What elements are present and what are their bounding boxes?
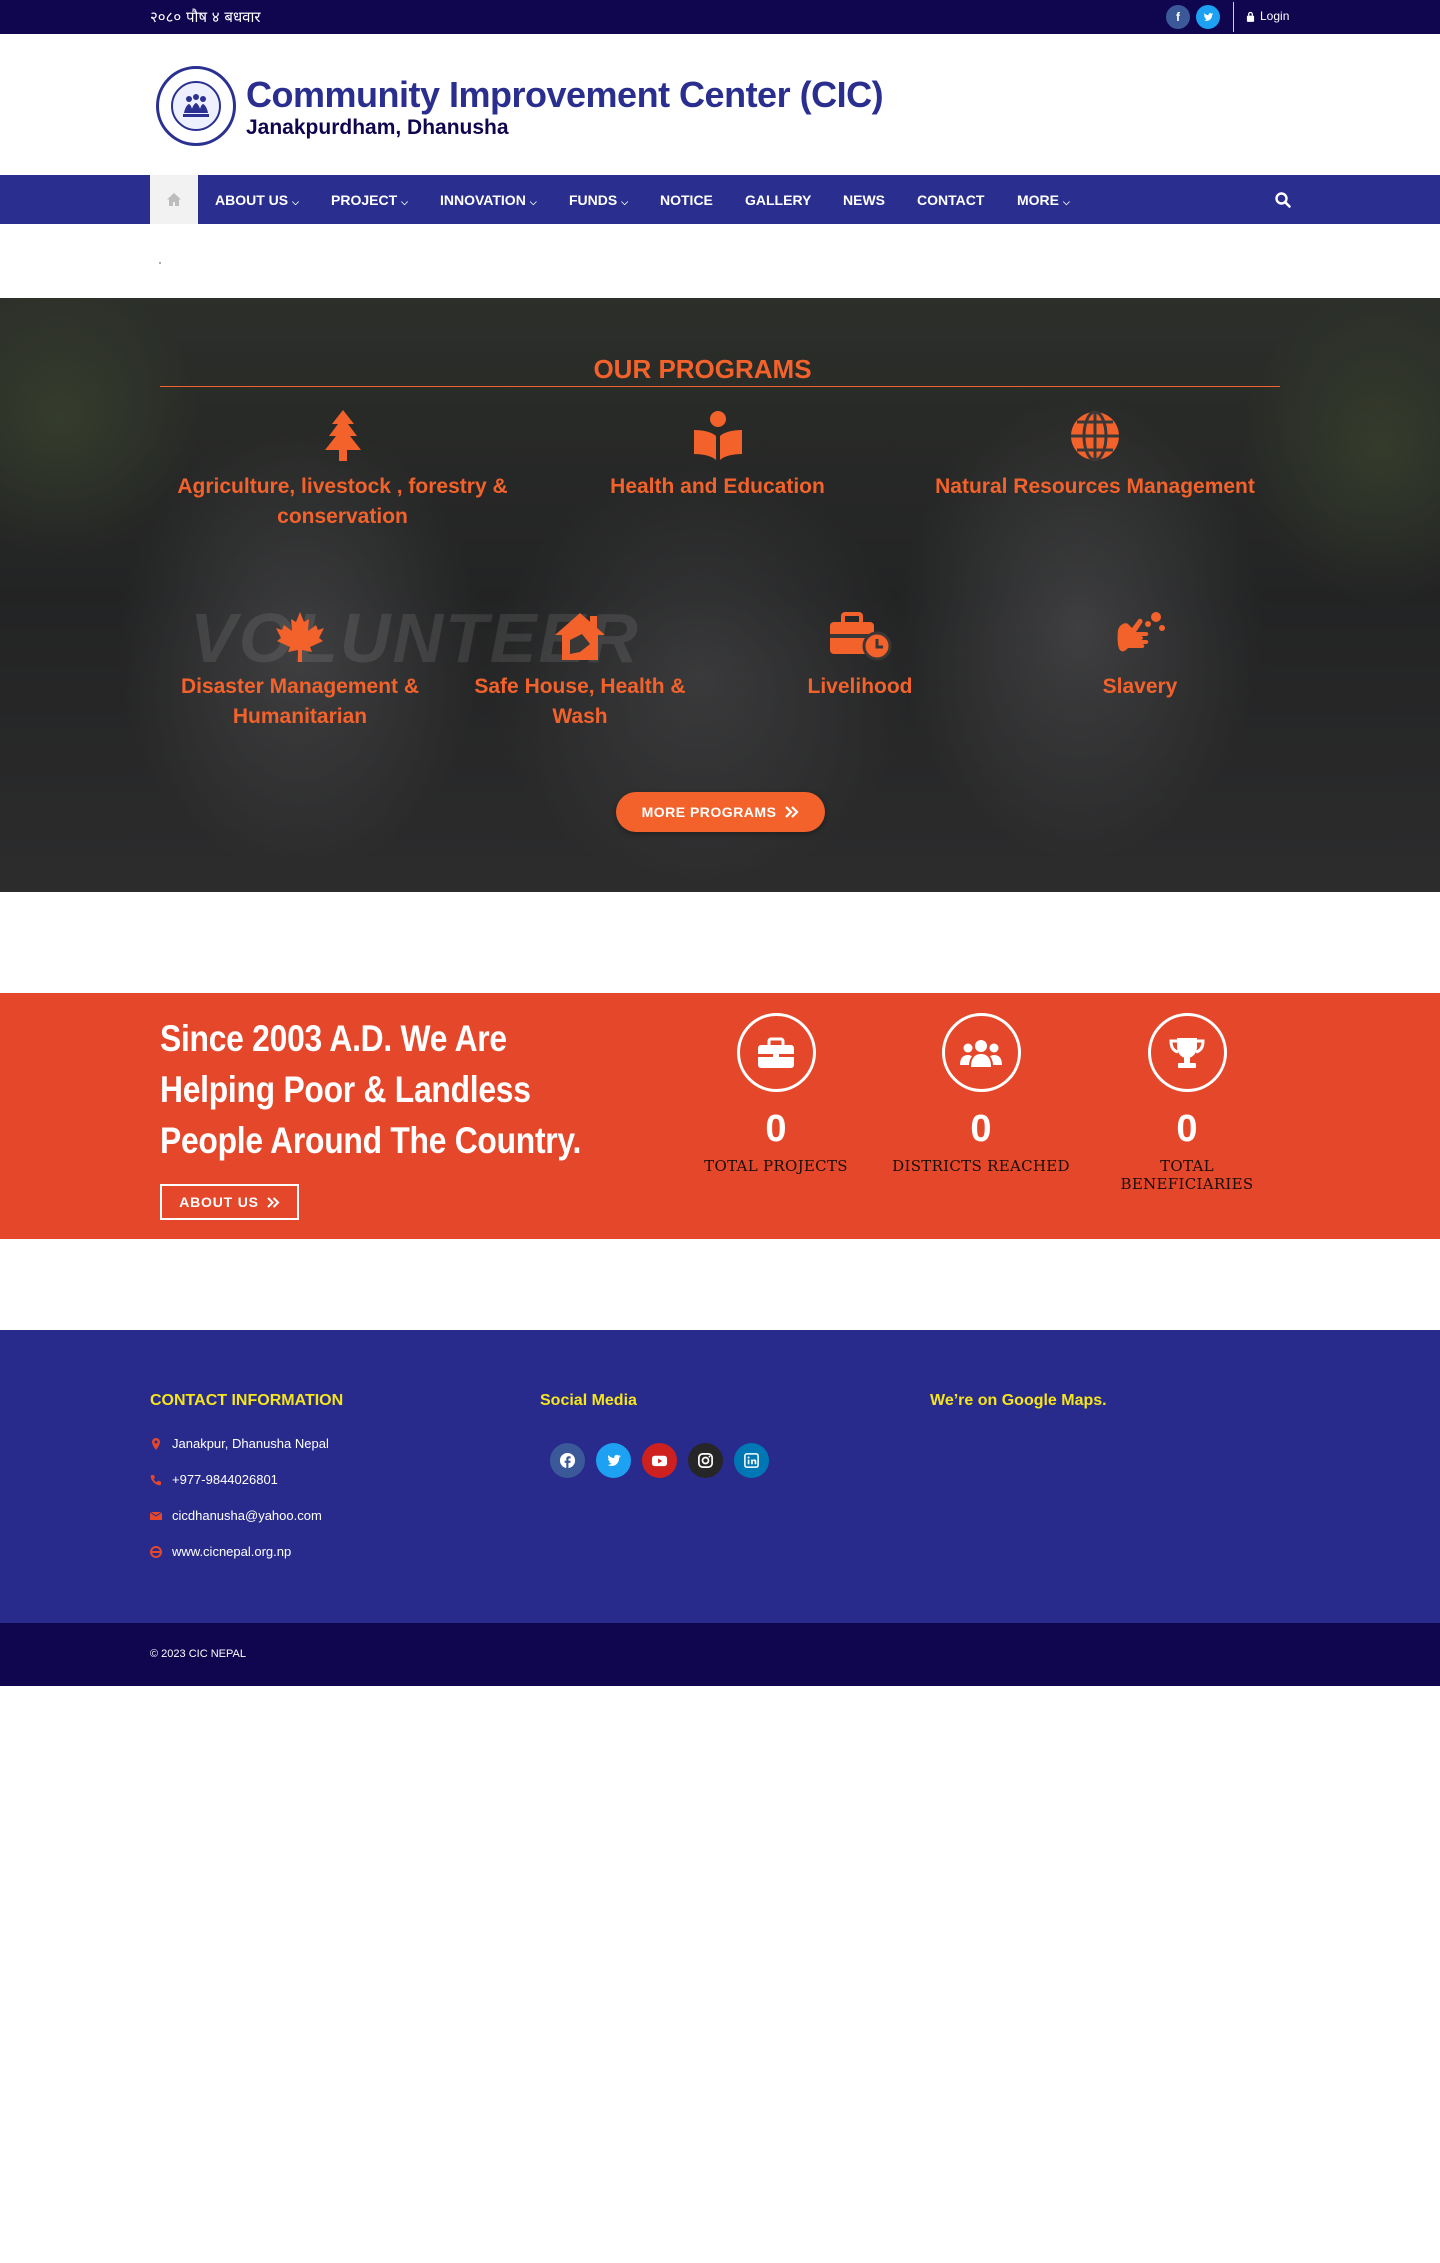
twitter-icon[interactable]: [1196, 5, 1220, 29]
chevron-down-icon: ⌵: [292, 197, 299, 207]
home-icon: [167, 193, 181, 206]
login-label: Login: [1260, 9, 1290, 23]
globe-icon: [1071, 410, 1119, 462]
contact-address: Janakpur, Dhanusha Nepal: [150, 1436, 329, 1451]
phone-icon: [150, 1474, 161, 1485]
stat-districts-reached: 0 DISTRICTS REACHED: [886, 1013, 1076, 1175]
nav-more[interactable]: MORE ⌵: [1017, 192, 1070, 208]
nepali-date: २०८० पौष ४ बधवार: [150, 8, 261, 26]
stat-value: 0: [765, 1108, 787, 1150]
hands-wash-icon: [1117, 612, 1165, 652]
youtube-icon[interactable]: [642, 1443, 677, 1478]
contact-website[interactable]: www.cicnepal.org.np: [150, 1544, 291, 1559]
program-slavery[interactable]: Slavery: [1025, 610, 1255, 702]
facebook-icon[interactable]: [550, 1443, 585, 1478]
chevron-down-icon: ⌵: [401, 197, 408, 207]
chevron-down-icon: ⌵: [1063, 197, 1070, 207]
web-browser-icon: [150, 1545, 162, 1558]
nav-notice[interactable]: NOTICE: [660, 192, 713, 208]
about-us-button[interactable]: ABOUT US: [160, 1184, 299, 1220]
contact-phone[interactable]: +977-9844026801: [150, 1472, 278, 1487]
stat-total-beneficiaries: 0 TOTAL BENEFICIARIES: [1092, 1013, 1282, 1193]
house-icon: [555, 613, 605, 660]
nav-news[interactable]: NEWS: [843, 192, 885, 208]
stat-label: DISTRICTS REACHED: [892, 1157, 1070, 1175]
stat-total-projects: 0 TOTAL PROJECTS: [681, 1013, 871, 1175]
org-location: Janakpurdham, Dhanusha: [246, 116, 509, 139]
contact-email[interactable]: cicdhanusha@yahoo.com: [150, 1508, 322, 1523]
trophy-icon: [1169, 1037, 1205, 1068]
briefcase-icon: [758, 1037, 794, 1068]
stat-value: 0: [1176, 1108, 1198, 1150]
chevron-down-icon: ⌵: [529, 197, 537, 207]
program-livelihood[interactable]: Livelihood: [745, 610, 975, 702]
double-chevron-right-icon: [267, 1196, 280, 1208]
nav-innovation[interactable]: INNOVATION ⌵: [440, 192, 537, 208]
nav-project[interactable]: PROJECT ⌵: [331, 192, 408, 208]
nav-funds[interactable]: FUNDS ⌵: [569, 192, 628, 208]
search-icon: [1275, 192, 1291, 208]
top-bar: २०८० पौष ४ बधवार f Login: [0, 0, 1440, 34]
maple-leaf-icon: [276, 612, 324, 662]
instagram-icon[interactable]: [688, 1443, 723, 1478]
site-footer: CONTACT INFORMATION Janakpur, Dhanusha N…: [0, 1330, 1440, 1623]
chevron-down-icon: ⌵: [621, 197, 629, 207]
nav-contact[interactable]: CONTACT: [917, 192, 984, 208]
stat-value: 0: [970, 1108, 992, 1150]
social-media-title: Social Media: [540, 1392, 637, 1409]
spacer-dot: [159, 262, 161, 264]
mission-headline: Since 2003 A.D. We Are Helping Poor & La…: [160, 1018, 582, 1161]
program-disaster-management[interactable]: Disaster Management & Humanitarian: [170, 610, 430, 732]
org-name[interactable]: Community Improvement Center (CIC): [246, 74, 884, 116]
map-marker-icon: [152, 1437, 160, 1450]
main-navigation: ABOUT US ⌵ PROJECT ⌵ INNOVATION ⌵ FUNDS ⌵ NO…: [0, 175, 1440, 224]
program-safe-house[interactable]: Safe House, Health & Wash: [465, 610, 695, 732]
copyright-text: © 2023 CIC NEPAL: [150, 1648, 246, 1660]
search-button[interactable]: [1274, 191, 1292, 209]
reader-icon: [693, 411, 742, 460]
contact-info-title: CONTACT INFORMATION: [150, 1392, 344, 1409]
home-button[interactable]: [150, 175, 198, 224]
stat-label: TOTAL BENEFICIARIES: [1120, 1157, 1254, 1193]
program-natural-resources[interactable]: Natural Resources Management: [925, 410, 1265, 502]
stat-label: TOTAL PROJECTS: [704, 1157, 848, 1175]
stats-band: Since 2003 A.D. We Are Helping Poor & La…: [0, 993, 1440, 1239]
programs-section: VOLUNTEER OUR PROGRAMS Agriculture, live…: [0, 298, 1440, 892]
users-icon: [960, 1039, 1002, 1067]
nav-gallery[interactable]: GALLERY: [745, 192, 811, 208]
copyright-bar: © 2023 CIC NEPAL: [0, 1623, 1440, 1686]
site-header: Community Improvement Center (CIC) Janak…: [0, 34, 1440, 175]
nav-about-us[interactable]: ABOUT US ⌵: [215, 192, 299, 208]
programs-title-rule: [160, 386, 1280, 387]
program-agriculture[interactable]: Agriculture, livestock , forestry & cons…: [170, 410, 515, 532]
org-logo[interactable]: [156, 66, 236, 146]
double-chevron-right-icon: [785, 806, 799, 818]
more-programs-button[interactable]: MORE PROGRAMS: [616, 792, 825, 832]
login-link[interactable]: Login: [1246, 9, 1289, 23]
facebook-icon[interactable]: f: [1166, 5, 1190, 29]
lock-icon: [1246, 11, 1255, 22]
envelope-icon: [150, 1511, 162, 1520]
google-maps-title: We’re on Google Maps.: [930, 1392, 1107, 1409]
people-emblem-icon: [183, 94, 209, 117]
programs-title: OUR PROGRAMS: [593, 354, 812, 384]
business-time-icon: [830, 612, 892, 661]
tree-icon: [324, 410, 361, 461]
topbar-divider: [1233, 2, 1234, 32]
linkedin-icon[interactable]: [734, 1443, 769, 1478]
twitter-icon[interactable]: [596, 1443, 631, 1478]
program-health-education[interactable]: Health and Education: [580, 410, 855, 502]
